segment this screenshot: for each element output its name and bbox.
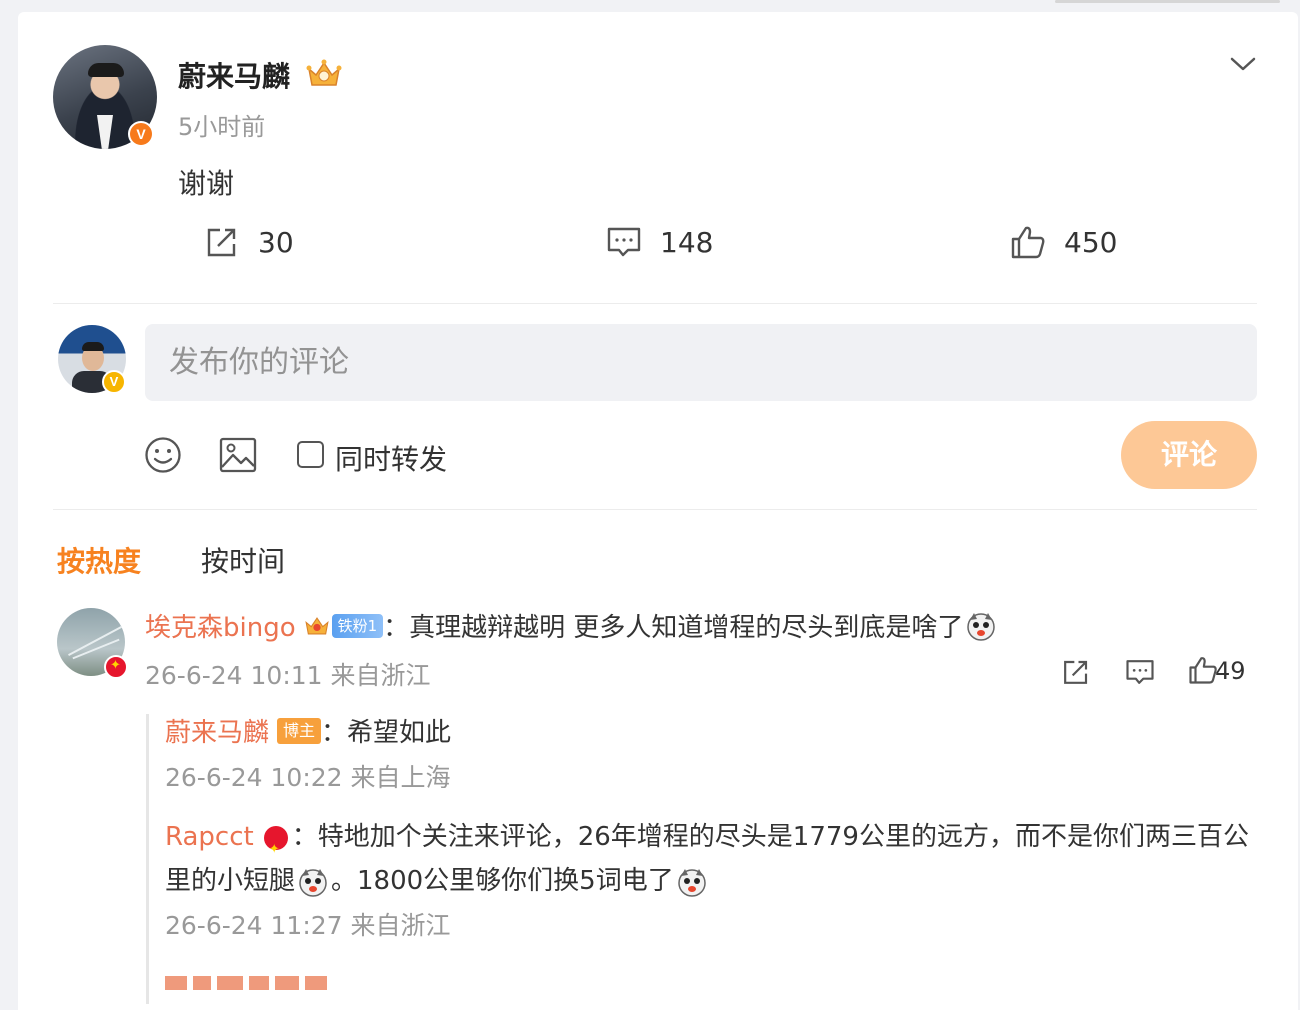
- dog-emoji-icon: [967, 612, 996, 641]
- repost-checkbox[interactable]: [297, 441, 324, 468]
- reply-meta: 26-6-24 10:22 来自上海: [165, 763, 451, 792]
- reply-item: 蔚来马麟 博主 ：希望如此: [165, 712, 451, 749]
- like-count: 450: [1064, 225, 1118, 259]
- repost-count: 30: [258, 225, 294, 259]
- emoji-icon[interactable]: [144, 436, 182, 474]
- comment-meta: 26-6-24 10:11 来自浙江: [145, 661, 431, 690]
- divider: [53, 303, 1257, 304]
- crown-icon: [306, 59, 342, 86]
- reply-thread-bar: [146, 714, 149, 1004]
- post-card: V 蔚来马麟 5小时前 谢谢 30 148 450 V 发布你的评论 同时转发 …: [18, 12, 1298, 1010]
- reply-author[interactable]: 蔚来马麟: [165, 712, 269, 749]
- reply-author[interactable]: Rapcct: [165, 822, 254, 852]
- comment-input[interactable]: [145, 324, 1257, 401]
- tab-sort-time[interactable]: 按时间: [201, 540, 285, 580]
- red-badge-icon: [263, 825, 288, 872]
- reply-text: ：希望如此: [321, 718, 452, 748]
- reply-meta: 26-6-24 11:27 来自浙江: [165, 911, 451, 940]
- comment-item: 埃克森bingo 铁粉1 ：真理越辩越明 更多人知道增程的尽头到底是啥了: [145, 607, 997, 644]
- truncated-reply: [165, 966, 333, 992]
- fan-badge: 铁粉1: [331, 613, 384, 638]
- post-content: 谢谢: [178, 167, 235, 200]
- repost-checkbox-label[interactable]: 同时转发: [335, 438, 447, 478]
- divider: [53, 509, 1257, 510]
- verified-icon: V: [102, 370, 126, 394]
- blogger-badge: 博主: [277, 717, 322, 744]
- crown-icon: [304, 616, 329, 634]
- comment-icon[interactable]: [1124, 657, 1156, 687]
- comment-text: ：真理越辩越明 更多人知道增程的尽头到底是啥了: [383, 613, 964, 643]
- dog-emoji-icon: [677, 868, 706, 897]
- dog-emoji-icon: [299, 868, 327, 897]
- repost-icon[interactable]: [1061, 657, 1091, 687]
- reply-item: Rapcct：特地加个关注来评论，26年增程的尽头是1779公里的远方，而不是你…: [165, 815, 1255, 903]
- submit-comment-button[interactable]: 评论: [1121, 421, 1257, 489]
- post-timestamp: 5小时前: [178, 113, 266, 141]
- reply-text: 。1800公里够你们换5词电了: [331, 866, 674, 896]
- image-icon[interactable]: [219, 437, 257, 473]
- author-name[interactable]: 蔚来马麟: [178, 55, 290, 95]
- chevron-down-icon[interactable]: [1228, 54, 1258, 74]
- comment-icon: [607, 227, 641, 257]
- top-scroll-strip: [1055, 0, 1280, 3]
- comment-button[interactable]: 148: [606, 224, 713, 260]
- tab-sort-hot[interactable]: 按热度: [57, 540, 141, 580]
- thumbs-up-icon[interactable]: [1188, 655, 1218, 685]
- commenter-name[interactable]: 埃克森bingo: [145, 607, 296, 644]
- like-button[interactable]: 450: [1010, 224, 1117, 260]
- comment-like-count: 49: [1215, 657, 1246, 685]
- comment-count: 148: [660, 225, 714, 259]
- verified-icon: V: [128, 121, 154, 147]
- thumbs-up-icon: [1011, 226, 1045, 259]
- red-badge-icon: [104, 655, 128, 679]
- repost-button[interactable]: 30: [204, 224, 294, 260]
- repost-icon: [207, 228, 236, 257]
